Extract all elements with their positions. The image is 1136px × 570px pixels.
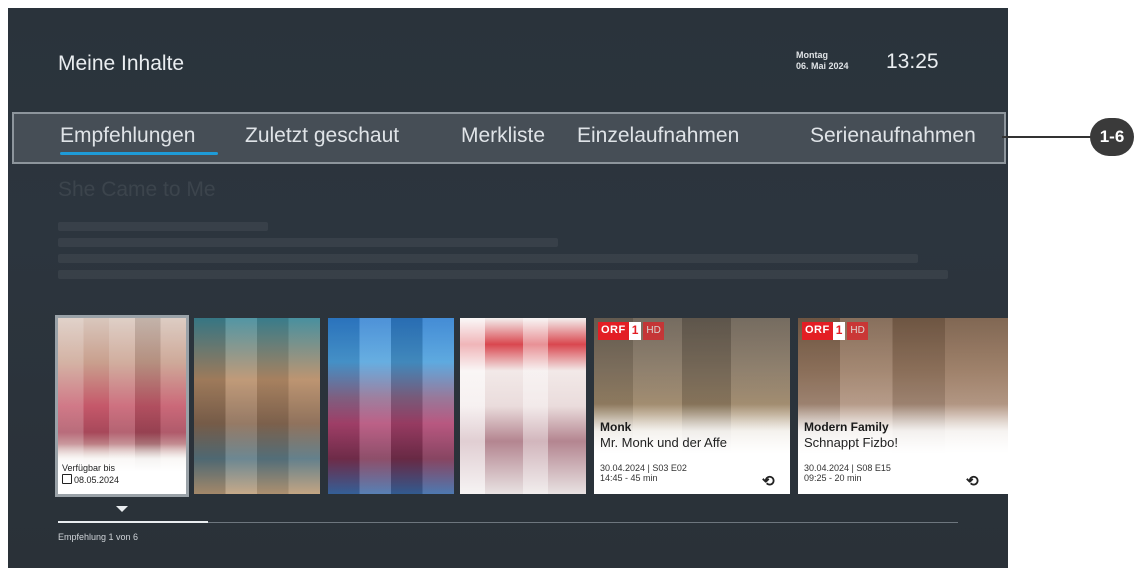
callout-line — [1002, 136, 1092, 138]
poster-thumbnail — [328, 318, 454, 494]
chevron-down-icon — [116, 506, 128, 512]
detail-text-line — [58, 254, 918, 263]
tv-screen: Meine Inhalte Montag 06. Mai 2024 13:25 … — [8, 8, 1008, 568]
episode-title: Mr. Monk und der Affe — [600, 435, 727, 450]
channel-name: ORF — [598, 322, 629, 340]
replay-icon: ⟲ — [762, 473, 775, 490]
channel-logo: ORF 1 HD — [802, 322, 868, 340]
content-tile-3[interactable] — [328, 318, 454, 494]
callout-badge: 1-6 — [1090, 118, 1134, 156]
broadcast-time: 09:25 - 20 min — [804, 473, 862, 483]
broadcast-time: 14:45 - 45 min — [600, 473, 658, 483]
broadcast-date: 30.04.2024 | S08 E15 — [804, 463, 891, 473]
pager-label: Empfehlung 1 von 6 — [58, 532, 139, 542]
tab-einzelaufnahmen[interactable]: Einzelaufnahmen — [577, 124, 739, 148]
detail-text-line — [58, 270, 948, 279]
channel-logo: ORF 1 HD — [598, 322, 664, 340]
weekday-label: Montag — [796, 50, 828, 60]
broadcast-meta: 30.04.2024 | S03 E02 14:45 - 45 min — [600, 463, 687, 483]
content-tile-4[interactable] — [460, 318, 586, 494]
tab-bar: Empfehlungen Zuletzt geschaut Merkliste … — [12, 112, 1006, 164]
detail-text-line — [58, 222, 268, 231]
channel-name: ORF — [802, 322, 833, 340]
detail-title: She Came to Me — [58, 178, 216, 201]
hd-badge: HD — [643, 322, 664, 340]
date-display: Montag 06. Mai 2024 — [796, 50, 849, 72]
tab-zuletzt-geschaut[interactable]: Zuletzt geschaut — [245, 124, 399, 148]
channel-number: 1 — [832, 322, 846, 340]
date-label: 06. Mai 2024 — [796, 61, 849, 71]
availability-info: Verfügbar bis 08.05.2024 — [62, 463, 119, 486]
series-title: Modern Family — [804, 420, 889, 434]
availability-date: 08.05.2024 — [74, 475, 120, 485]
episode-title: Schnappt Fizbo! — [804, 435, 898, 450]
replay-icon: ⟲ — [966, 473, 979, 490]
detail-text-line — [58, 238, 558, 247]
content-tile-2[interactable] — [194, 318, 320, 494]
poster-thumbnail — [460, 318, 586, 494]
broadcast-date: 30.04.2024 | S03 E02 — [600, 463, 687, 473]
tab-empfehlungen[interactable]: Empfehlungen — [60, 124, 195, 148]
pager-progress — [58, 521, 208, 523]
series-title: Monk — [600, 420, 632, 434]
active-tab-indicator — [60, 152, 218, 155]
page-title: Meine Inhalte — [58, 52, 185, 75]
clock: 13:25 — [886, 50, 939, 73]
tab-serienaufnahmen[interactable]: Serienaufnahmen — [810, 124, 976, 148]
poster-thumbnail — [194, 318, 320, 494]
calendar-icon — [62, 474, 72, 484]
tab-merkliste[interactable]: Merkliste — [461, 124, 545, 148]
hd-badge: HD — [847, 322, 868, 340]
broadcast-meta: 30.04.2024 | S08 E15 09:25 - 20 min — [804, 463, 891, 483]
availability-label: Verfügbar bis — [62, 463, 116, 473]
channel-number: 1 — [628, 322, 642, 340]
